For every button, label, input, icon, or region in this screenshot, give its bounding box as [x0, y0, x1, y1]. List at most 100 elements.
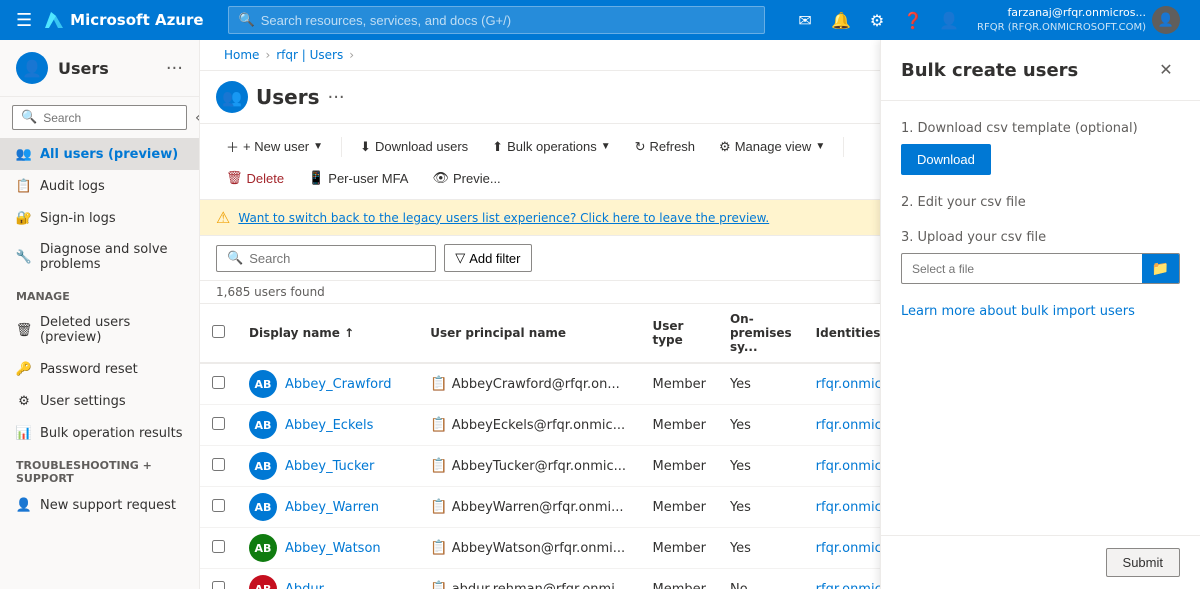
user-name-link[interactable]: Abbey_Crawford [285, 377, 392, 392]
per-user-mfa-button[interactable]: 📱 Per-user MFA [298, 165, 418, 191]
row-checkbox[interactable] [212, 417, 225, 430]
sidebar-item-bulk-op-results[interactable]: 📊 Bulk operation results [0, 417, 199, 449]
copy-icon[interactable]: 📋 [430, 458, 447, 474]
copy-icon[interactable]: 📋 [430, 417, 447, 433]
table-row: AB Abbey_Crawford 📋 AbbeyCrawford@rfqr.o… [200, 363, 880, 405]
sidebar-item-label: Password reset [40, 362, 138, 377]
refresh-button[interactable]: ↻ Refresh [625, 134, 705, 160]
main-toolbar: ＋ + New user ▼ ⬇ Download users ⬆ Bulk o… [200, 124, 880, 200]
submit-button[interactable]: Submit [1106, 548, 1180, 577]
identity-link[interactable]: rfqr.onmicrosoft.com [816, 418, 880, 433]
select-all-checkbox[interactable] [212, 325, 225, 338]
sidebar-search-area: 🔍 « [0, 97, 199, 138]
user-name-link[interactable]: Abdur [285, 582, 324, 589]
row-checkbox[interactable] [212, 458, 225, 471]
breadcrumb-tenant[interactable]: rfqr | Users [276, 48, 343, 62]
new-user-button[interactable]: ＋ + New user ▼ [216, 132, 333, 161]
identity-link[interactable]: rfqr.onmicrosoft.com [816, 459, 880, 474]
user-name-link[interactable]: Abbey_Tucker [285, 459, 374, 474]
sidebar-item-all-users[interactable]: 👥 All users (preview) [0, 138, 199, 170]
sidebar-more-icon[interactable]: ··· [166, 58, 183, 79]
global-search-input[interactable] [261, 13, 754, 28]
copy-icon[interactable]: 📋 [430, 540, 447, 556]
sidebar-item-diagnose[interactable]: 🔧 Diagnose and solve problems [0, 234, 199, 280]
filter-icon: ▽ [455, 250, 465, 266]
filter-search-input[interactable] [249, 251, 425, 266]
account-icon[interactable]: 👤 [933, 4, 965, 36]
preview-button[interactable]: 👁 Previe... [422, 165, 510, 191]
user-settings-icon: ⚙ [16, 393, 32, 409]
copy-icon[interactable]: 📋 [430, 499, 447, 515]
row-checkbox[interactable] [212, 540, 225, 553]
bulk-create-panel: Bulk create users ✕ 1. Download csv temp… [880, 40, 1200, 589]
sidebar-item-audit-logs[interactable]: 📋 Audit logs [0, 170, 199, 202]
on-prem: Yes [718, 363, 804, 405]
sidebar-item-deleted-users[interactable]: 🗑 Deleted users (preview) [0, 307, 199, 353]
user-name-link[interactable]: Abbey_Watson [285, 541, 381, 556]
sidebar-item-user-settings[interactable]: ⚙ User settings [0, 385, 199, 417]
panel-close-button[interactable]: ✕ [1152, 56, 1180, 84]
feedback-icon[interactable]: ✉ [789, 4, 821, 36]
filter-search-area[interactable]: 🔍 [216, 245, 436, 272]
row-checkbox[interactable] [212, 499, 225, 512]
delete-button[interactable]: 🗑 Delete [216, 165, 294, 191]
table-row: AB Abbey_Eckels 📋 AbbeyEckels@rfqr.onmic… [200, 405, 880, 446]
menu-icon[interactable]: ☰ [12, 6, 36, 35]
refresh-label: Refresh [650, 139, 696, 154]
bulk-operations-button[interactable]: ⬆ Bulk operations ▼ [482, 134, 620, 160]
notifications-icon[interactable]: 🔔 [825, 4, 857, 36]
upn-value: abdur.rehman@rfqr.onmi... [452, 582, 627, 589]
identity-link[interactable]: rfqr.onmicrosoft.com [816, 500, 880, 515]
settings-icon[interactable]: ⚙ [861, 4, 893, 36]
add-filter-button[interactable]: ▽ Add filter [444, 244, 531, 272]
row-checkbox[interactable] [212, 376, 225, 389]
file-browse-button[interactable]: 📁 [1142, 254, 1179, 283]
download-users-button[interactable]: ⬇ Download users [350, 134, 478, 160]
upn-value: AbbeyTucker@rfqr.onmic... [452, 459, 626, 474]
step2-label: 2. Edit your csv file [901, 195, 1180, 210]
sidebar-item-signin-logs[interactable]: 🔐 Sign-in logs [0, 202, 199, 234]
help-icon[interactable]: ❓ [897, 4, 929, 36]
identity-link[interactable]: rfqr.onmicrosoft.com [816, 377, 880, 392]
on-prem: Yes [718, 487, 804, 528]
file-input[interactable] [902, 256, 1142, 282]
identity-link[interactable]: rfqr.onmicrosoft.com [816, 582, 880, 589]
sidebar-search-input[interactable] [43, 111, 198, 125]
identity-link[interactable]: rfqr.onmicrosoft.com [816, 541, 880, 556]
row-checkbox[interactable] [212, 581, 225, 589]
panel-download-button[interactable]: Download [901, 144, 991, 175]
new-user-dropdown-icon: ▼ [313, 141, 323, 152]
page-more-icon[interactable]: ··· [327, 87, 344, 108]
sidebar-item-password-reset[interactable]: 🔑 Password reset [0, 353, 199, 385]
delete-icon: 🗑 [226, 170, 243, 186]
users-table-container: Display name ↑ User principal name User … [200, 304, 880, 589]
user-avatar[interactable]: 👤 [1152, 6, 1180, 34]
breadcrumb-home[interactable]: Home [224, 48, 259, 62]
user-name-link[interactable]: Abbey_Eckels [285, 418, 373, 433]
sidebar-title: Users [58, 59, 109, 78]
avatar: AB [249, 411, 277, 439]
avatar: AB [249, 493, 277, 521]
user-name-cell: AB Abbey_Eckels [249, 411, 406, 439]
copy-icon[interactable]: 📋 [430, 376, 447, 392]
step3-label: 3. Upload your csv file [901, 230, 1180, 245]
user-type: Member [640, 569, 717, 589]
manage-view-button[interactable]: ⚙ Manage view ▼ [709, 134, 835, 160]
copy-icon[interactable]: 📋 [430, 581, 447, 589]
sidebar-item-support[interactable]: 👤 New support request [0, 489, 199, 521]
user-profile[interactable]: farzanaj@rfqr.onmicros... RFQR (RFQR.ONM… [969, 2, 1188, 38]
users-count: 1,685 users found [200, 281, 880, 304]
sidebar-item-label: Sign-in logs [40, 211, 116, 226]
warning-text[interactable]: Want to switch back to the legacy users … [238, 211, 769, 225]
col-display-name[interactable]: Display name ↑ [237, 304, 418, 363]
global-search[interactable]: 🔍 [228, 6, 766, 34]
upn-cell: 📋 AbbeyWatson@rfqr.onmi... [430, 540, 628, 556]
manage-view-label: Manage view [735, 139, 812, 154]
bulk-op-icon: 📊 [16, 425, 32, 441]
user-name-cell: AB Abbey_Crawford [249, 370, 406, 398]
user-name-link[interactable]: Abbey_Warren [285, 500, 379, 515]
sidebar-search-field[interactable]: 🔍 [12, 105, 187, 130]
filter-bar: 🔍 ▽ Add filter [200, 236, 880, 281]
panel-upload-area[interactable]: 📁 [901, 253, 1180, 284]
learn-more-link[interactable]: Learn more about bulk import users [901, 304, 1180, 319]
